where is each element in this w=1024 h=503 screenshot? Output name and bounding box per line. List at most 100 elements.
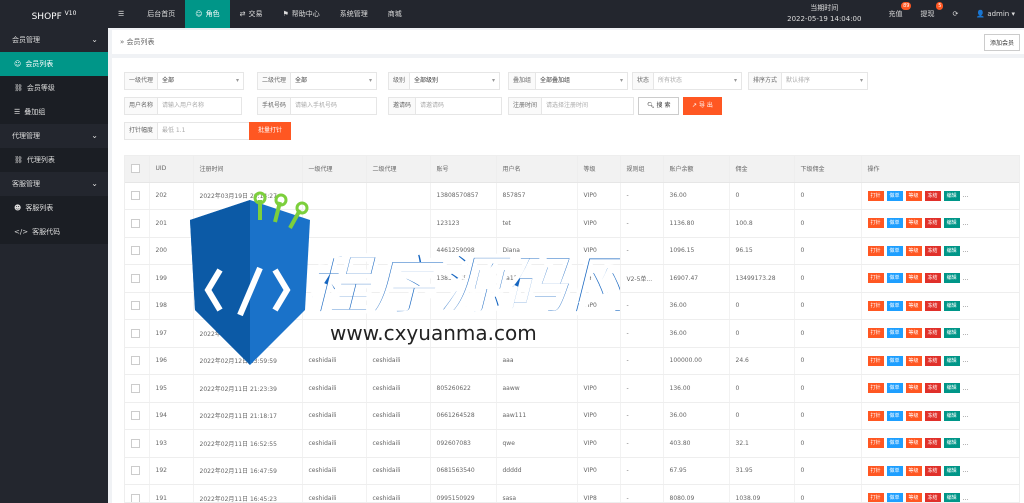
row-checkbox[interactable] xyxy=(125,264,150,293)
order-button[interactable]: 做单 xyxy=(886,438,903,449)
row-checkbox[interactable] xyxy=(125,182,150,210)
level-filter[interactable]: 级别 全部级别 ▾ xyxy=(388,72,501,90)
level-button[interactable]: 等级 xyxy=(905,300,922,311)
nav-item-1[interactable]: 后台首页 xyxy=(137,0,185,28)
stack-group-filter[interactable]: 叠加组 全部叠加组 ▾ xyxy=(508,72,629,90)
more-actions-button[interactable]: ... xyxy=(963,220,969,227)
inject-button[interactable]: 打针 xyxy=(867,355,884,366)
edit-button[interactable]: 编辑 xyxy=(943,273,960,284)
invite-code-filter[interactable]: 邀请码 请邀请码 xyxy=(388,97,503,115)
nav-item-3[interactable]: ⇄ 交易 xyxy=(230,0,273,28)
sidebar-item-5[interactable]: ⛓ 代理列表 xyxy=(0,148,108,172)
edit-button[interactable]: 编辑 xyxy=(943,218,960,229)
sort-filter[interactable]: 排序方式 默认排序 ▾ xyxy=(748,72,869,90)
more-actions-button[interactable]: ... xyxy=(963,412,969,419)
inject-button[interactable]: 打针 xyxy=(867,300,884,311)
more-actions-button[interactable]: ... xyxy=(963,275,969,282)
sidebar-group-6[interactable]: 客服管理 ⌄ xyxy=(0,172,108,196)
order-button[interactable]: 做单 xyxy=(886,328,903,339)
menu-toggle-button[interactable]: ☰ xyxy=(108,0,137,28)
edit-button[interactable]: 编辑 xyxy=(943,300,960,311)
inject-button[interactable]: 打针 xyxy=(867,493,884,502)
refresh-icon[interactable]: ⟳ xyxy=(943,0,967,28)
order-button[interactable]: 做单 xyxy=(886,383,903,394)
batch-inject-button[interactable]: 批量打针 xyxy=(249,122,292,140)
level-button[interactable]: 等级 xyxy=(905,465,922,476)
freeze-button[interactable]: 冻结 xyxy=(924,355,941,366)
level-button[interactable]: 等级 xyxy=(905,190,922,201)
freeze-button[interactable]: 冻结 xyxy=(924,383,941,394)
level-button[interactable]: 等级 xyxy=(905,245,922,256)
freeze-button[interactable]: 冻结 xyxy=(924,273,941,284)
inject-button[interactable]: 打针 xyxy=(867,328,884,339)
withdraw-link[interactable]: 提现 5 xyxy=(911,0,944,28)
edit-button[interactable]: 编辑 xyxy=(943,245,960,256)
invite-code-input[interactable]: 请邀请码 xyxy=(416,97,503,115)
level-button[interactable]: 等级 xyxy=(905,328,922,339)
level-button[interactable]: 等级 xyxy=(905,410,922,421)
phone-filter[interactable]: 手机号码 请输入手机号码 xyxy=(257,97,378,115)
level-button[interactable]: 等级 xyxy=(905,438,922,449)
sidebar-item-1[interactable]: ☺ 会员列表 xyxy=(0,52,108,76)
nav-item-2[interactable]: ☺ 角色 xyxy=(185,0,230,28)
freeze-button[interactable]: 冻结 xyxy=(924,493,941,502)
inject-button[interactable]: 打针 xyxy=(867,383,884,394)
sidebar-group-4[interactable]: 代理管理 ⌄ xyxy=(0,124,108,148)
row-checkbox[interactable] xyxy=(125,209,150,238)
register-time-input[interactable]: 请选择注册时间 xyxy=(542,97,635,115)
level-button[interactable]: 等级 xyxy=(905,383,922,394)
order-button[interactable]: 做单 xyxy=(886,355,903,366)
edit-button[interactable]: 编辑 xyxy=(943,438,960,449)
more-actions-button[interactable]: ... xyxy=(963,302,969,309)
phone-input[interactable]: 请输入手机号码 xyxy=(291,97,378,115)
row-checkbox[interactable] xyxy=(125,374,150,403)
inject-range-input[interactable]: 最低 1.1 xyxy=(158,122,251,140)
edit-button[interactable]: 编辑 xyxy=(943,493,960,502)
row-checkbox[interactable] xyxy=(125,292,150,320)
row-checkbox[interactable] xyxy=(125,319,150,348)
edit-button[interactable]: 编辑 xyxy=(943,465,960,476)
edit-button[interactable]: 编辑 xyxy=(943,383,960,394)
more-actions-button[interactable]: ... xyxy=(963,467,969,474)
register-time-filter[interactable]: 注册时间 请选择注册时间 xyxy=(508,97,635,115)
sidebar-item-3[interactable]: ☰ 叠加组 xyxy=(0,100,108,124)
edit-button[interactable]: 编辑 xyxy=(943,190,960,201)
inject-range-filter[interactable]: 打针幅度 最低 1.1 xyxy=(124,122,251,140)
row-checkbox[interactable] xyxy=(125,402,150,430)
inject-button[interactable]: 打针 xyxy=(867,410,884,421)
freeze-button[interactable]: 冻结 xyxy=(924,190,941,201)
username-input[interactable]: 请输入用户名称 xyxy=(158,97,243,115)
row-checkbox[interactable] xyxy=(125,347,150,375)
edit-button[interactable]: 编辑 xyxy=(943,355,960,366)
inject-button[interactable]: 打针 xyxy=(867,273,884,284)
freeze-button[interactable]: 冻结 xyxy=(924,438,941,449)
nav-item-4[interactable]: ⚑ 帮助中心 xyxy=(272,0,329,28)
more-actions-button[interactable]: ... xyxy=(963,192,969,199)
freeze-button[interactable]: 冻结 xyxy=(924,245,941,256)
select-all-checkbox[interactable] xyxy=(125,156,150,183)
level-button[interactable]: 等级 xyxy=(905,493,922,502)
nav-item-5[interactable]: 系统管理 xyxy=(330,0,378,28)
row-checkbox[interactable] xyxy=(125,429,150,458)
order-button[interactable]: 做单 xyxy=(886,218,903,229)
sidebar-group-0[interactable]: 会员管理 ⌄ xyxy=(0,28,108,52)
nav-item-6[interactable]: 商城 xyxy=(378,0,412,28)
edit-button[interactable]: 编辑 xyxy=(943,328,960,339)
export-button[interactable]: ↗ 导 出 xyxy=(683,97,722,115)
sidebar-item-7[interactable]: ☻ 客服列表 xyxy=(0,196,108,220)
row-checkbox[interactable] xyxy=(125,237,150,265)
row-checkbox[interactable] xyxy=(125,457,150,485)
more-actions-button[interactable]: ... xyxy=(963,385,969,392)
more-actions-button[interactable]: ... xyxy=(963,440,969,447)
sidebar-item-2[interactable]: ⛓ 会员等级 xyxy=(0,76,108,100)
order-button[interactable]: 做单 xyxy=(886,245,903,256)
add-member-button[interactable]: 添加会员 xyxy=(983,34,1020,51)
sidebar-item-8[interactable]: </> 客服代码 xyxy=(0,220,108,244)
order-button[interactable]: 做单 xyxy=(886,465,903,476)
row-checkbox[interactable] xyxy=(125,484,150,502)
inject-button[interactable]: 打针 xyxy=(867,465,884,476)
inject-button[interactable]: 打针 xyxy=(867,190,884,201)
level-button[interactable]: 等级 xyxy=(905,355,922,366)
order-button[interactable]: 做单 xyxy=(886,273,903,284)
order-button[interactable]: 做单 xyxy=(886,493,903,502)
